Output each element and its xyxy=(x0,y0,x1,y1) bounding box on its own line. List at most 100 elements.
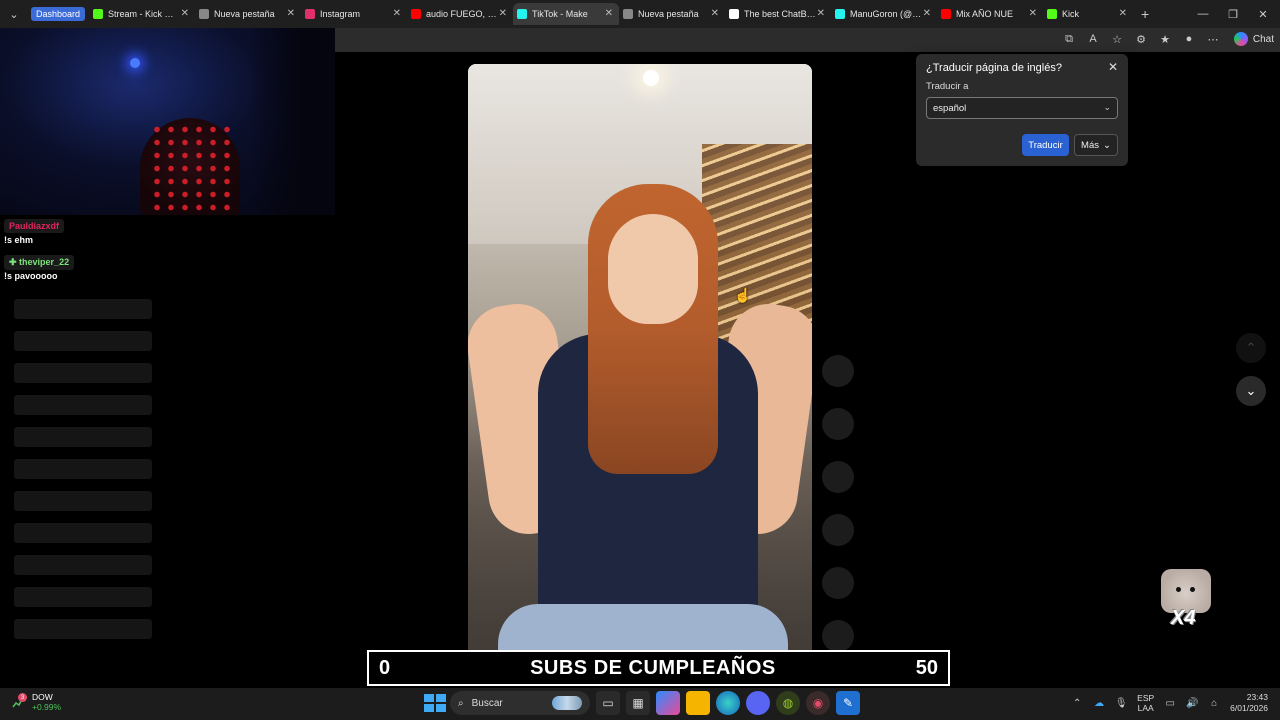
clock[interactable]: 23:43 6/01/2026 xyxy=(1230,692,1268,714)
search-box[interactable]: ⌕ Buscar xyxy=(450,691,590,715)
paint-app-icon[interactable]: ✎ xyxy=(836,691,860,715)
comment-button[interactable] xyxy=(822,408,854,440)
translate-button[interactable]: Traducir xyxy=(1022,134,1069,156)
tab-favicon-icon xyxy=(623,9,634,19)
chevron-down-icon: ⌄ xyxy=(1103,102,1111,112)
chevron-up-icon[interactable]: ⌃ xyxy=(1071,697,1083,709)
new-tab-button[interactable]: + xyxy=(1141,6,1149,22)
discord-icon[interactable] xyxy=(746,691,770,715)
search-placeholder: Buscar xyxy=(471,697,503,709)
sound-button[interactable] xyxy=(822,567,854,599)
tab-actions-menu[interactable]: ⌄ xyxy=(0,0,28,28)
app-icon-red[interactable]: ◉ xyxy=(806,691,830,715)
next-video-button[interactable]: ⌄ xyxy=(1236,376,1266,406)
mask-pattern xyxy=(150,123,230,213)
close-icon[interactable]: ✕ xyxy=(1108,60,1118,74)
browser-tab[interactable]: Nueva pestaña ✕ xyxy=(195,3,301,25)
plus-badge-icon: ✚ xyxy=(9,257,20,267)
onedrive-icon[interactable]: ☁ xyxy=(1093,697,1105,709)
tab-close-icon[interactable]: ✕ xyxy=(181,8,189,19)
chat-username[interactable]: ✚ theviper_22 xyxy=(4,255,75,270)
tab-favicon-icon xyxy=(1047,9,1058,19)
translate-icon[interactable]: A xyxy=(1086,32,1100,46)
tab-close-icon[interactable]: ✕ xyxy=(1029,8,1037,19)
chevron-down-icon: ⌄ xyxy=(1245,383,1257,398)
copilot-app-icon[interactable] xyxy=(656,691,680,715)
music-disc-button[interactable] xyxy=(822,620,854,652)
tab-label: audio FUEGO, FUE xyxy=(426,9,499,19)
profile-avatar[interactable]: ● xyxy=(1182,32,1196,46)
chevron-down-icon: ⌄ xyxy=(9,8,19,21)
browser-tab[interactable]: Instagram ✕ xyxy=(301,3,407,25)
tab-favicon-icon xyxy=(411,9,422,19)
tab-label: Nueva pestaña xyxy=(214,9,275,19)
battery-icon[interactable]: ⌂ xyxy=(1208,697,1220,709)
browser-tab[interactable]: Nueva pestaña ✕ xyxy=(619,3,725,25)
start-button[interactable] xyxy=(422,692,446,714)
bookmark-button[interactable] xyxy=(822,461,854,493)
widgets-icon[interactable]: ▦ xyxy=(626,691,650,715)
favorites-icon[interactable]: ★ xyxy=(1158,32,1172,46)
browser-tab[interactable]: audio FUEGO, FUE ✕ xyxy=(407,3,513,25)
open-in-app-icon[interactable]: ⧉ xyxy=(1062,32,1076,46)
favorite-star-icon[interactable]: ☆ xyxy=(1110,32,1124,46)
chat-placeholder-row xyxy=(14,299,152,319)
browser-tab[interactable]: ManuGoron (@ma ✕ xyxy=(831,3,937,25)
stock-name: DOW xyxy=(32,692,53,702)
tab-dashboard[interactable]: Dashboard xyxy=(31,7,86,21)
tab-close-icon[interactable]: ✕ xyxy=(711,8,719,19)
browser-tab[interactable]: Kick ✕ xyxy=(1043,3,1133,25)
share-button[interactable] xyxy=(822,514,854,546)
search-icon: ⌕ xyxy=(458,697,464,709)
tab-favicon-icon xyxy=(729,9,740,19)
mouse-cursor-icon: ☝ xyxy=(734,287,752,303)
chevron-up-icon: ⌃ xyxy=(1245,340,1257,355)
tab-close-icon[interactable]: ✕ xyxy=(817,8,825,19)
previous-video-button[interactable]: ⌃ xyxy=(1236,333,1266,363)
language-select-value: español xyxy=(933,103,967,114)
more-menu-icon[interactable]: ⋯ xyxy=(1206,32,1220,46)
edge-browser-icon[interactable] xyxy=(716,691,740,715)
webcam-overlay xyxy=(0,28,335,215)
copilot-icon xyxy=(1233,32,1248,46)
tab-strip: Dashboard Stream - Kick Dash ✕ Nueva pestañ… xyxy=(28,3,1133,25)
close-window-button[interactable]: ✕ xyxy=(1248,0,1278,28)
task-view-icon[interactable]: ▭ xyxy=(596,691,620,715)
browser-tab[interactable]: Mix AÑO NUE ✕ xyxy=(937,3,1043,25)
chat-text: !s pavooooo xyxy=(4,271,58,281)
subs-title: SUBS DE CUMPLEAÑOS xyxy=(530,656,776,679)
chat-text: !s ehm xyxy=(4,235,34,245)
stock-widget[interactable]: 3 DOW +0.99% xyxy=(12,692,61,712)
app-icon[interactable]: ◍ xyxy=(776,691,800,715)
tab-close-icon[interactable]: ✕ xyxy=(499,8,507,19)
tab-close-icon[interactable]: ✕ xyxy=(393,8,401,19)
tab-label: Kick xyxy=(1062,9,1080,19)
tab-close-icon[interactable]: ✕ xyxy=(287,8,295,19)
language-select[interactable]: español ⌄ xyxy=(926,97,1118,119)
microphone-icon[interactable]: 🎙 xyxy=(1115,697,1128,709)
tiktok-video[interactable] xyxy=(468,64,812,676)
tab-close-icon[interactable]: ✕ xyxy=(923,8,931,19)
minimize-button[interactable]: — xyxy=(1188,0,1218,28)
chat-username[interactable]: Pauldiazxdf xyxy=(4,219,65,233)
tab-close-icon[interactable]: ✕ xyxy=(1119,8,1127,19)
browser-tab[interactable]: TikTok - Make ✕ xyxy=(513,3,620,25)
tab-close-icon[interactable]: ✕ xyxy=(605,8,613,19)
translate-title: ¿Traducir página de inglés? xyxy=(926,62,1062,74)
chat-message: ✚ theviper_22 xyxy=(4,255,75,270)
browser-tab[interactable]: The best ChatBot a ✕ xyxy=(725,3,831,25)
file-explorer-icon[interactable] xyxy=(686,691,710,715)
more-options-button[interactable]: Más ⌄ xyxy=(1074,134,1118,156)
like-button[interactable] xyxy=(822,355,854,387)
language-indicator[interactable]: ESP LAA xyxy=(1137,693,1154,713)
browser-tab[interactable]: Stream - Kick Dash ✕ xyxy=(89,3,195,25)
volume-icon[interactable]: 🔊 xyxy=(1186,697,1198,709)
copilot-label: Chat xyxy=(1252,33,1274,45)
copilot-chat-button[interactable]: Chat xyxy=(1233,32,1274,46)
network-icon[interactable]: ▭ xyxy=(1164,697,1176,709)
extensions-icon[interactable]: ⚙ xyxy=(1134,32,1148,46)
maximize-button[interactable]: ❐ xyxy=(1218,0,1248,28)
tab-favicon-icon xyxy=(93,9,104,19)
notification-badge: 3 xyxy=(18,693,27,702)
tab-favicon-icon xyxy=(199,9,210,19)
